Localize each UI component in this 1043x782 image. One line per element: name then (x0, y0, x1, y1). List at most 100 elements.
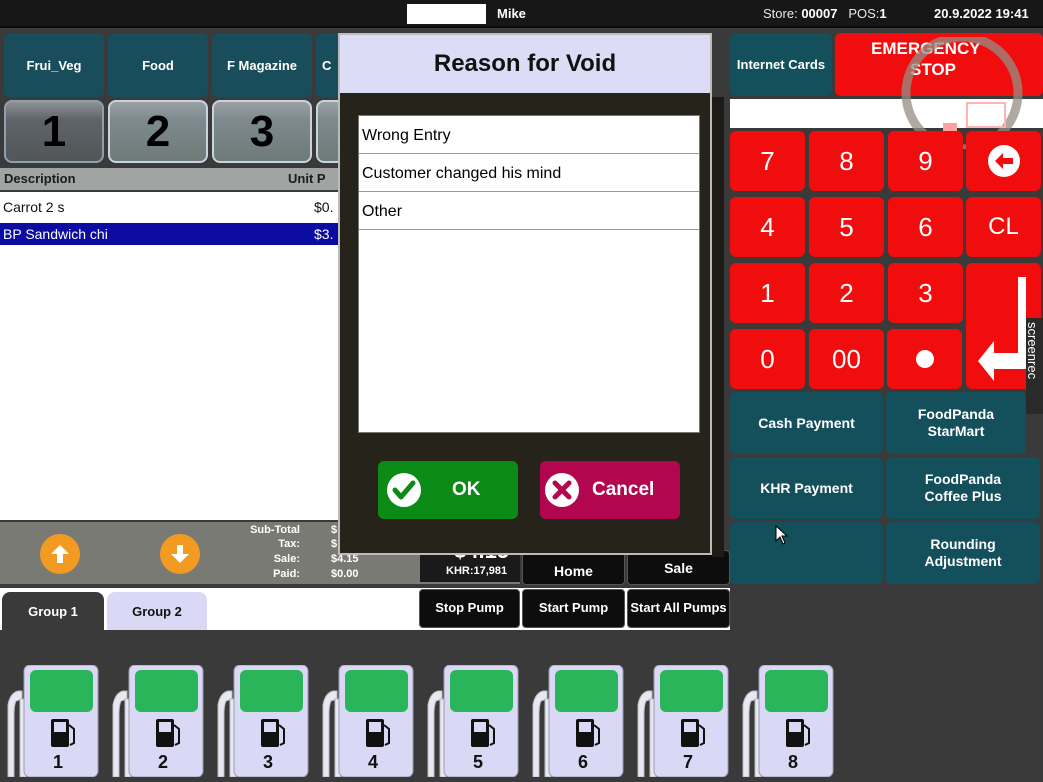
category-button-fruit-veg[interactable]: Frui_Veg (4, 33, 104, 97)
fuel-pump-icon (742, 664, 834, 778)
cursor-icon (775, 524, 789, 545)
cancel-button[interactable]: Cancel (540, 461, 680, 519)
user-field (407, 4, 486, 24)
dialog-title: Reason for Void (340, 35, 710, 93)
datetime: 20.9.2022 19:41 (934, 6, 1029, 21)
pump-number: 6 (578, 752, 589, 772)
reason-item-customer-changed[interactable]: Customer changed his mind (359, 154, 699, 192)
scroll-down-button[interactable] (160, 534, 200, 574)
ok-label: OK (452, 479, 481, 500)
fuel-pump-icon (637, 664, 729, 778)
cancel-label: Cancel (592, 479, 655, 500)
key-1[interactable]: 1 (730, 263, 805, 323)
tax-value: $ (331, 538, 338, 550)
scroll-up-button[interactable] (40, 534, 80, 574)
pump-dispenser[interactable]: 1 (4, 664, 99, 778)
khr-payment-button[interactable]: KHR Payment (730, 457, 883, 519)
key-00[interactable]: 00 (809, 329, 884, 389)
rounding-adjustment-button[interactable]: Rounding Adjustment (886, 522, 1040, 584)
pump-number: 7 (683, 752, 694, 772)
tab-button-3[interactable]: 3 (212, 100, 312, 163)
list-header: Description Unit P (0, 168, 338, 190)
pos-label: POS: (848, 6, 880, 21)
category-button-magazine[interactable]: F Magazine (212, 33, 312, 97)
foodpanda-coffee-button[interactable]: FoodPanda Coffee Plus (886, 457, 1040, 519)
x-circle-icon (545, 473, 579, 507)
check-circle-icon (387, 473, 421, 507)
paid-label: Paid: (273, 568, 300, 580)
blank-function-button[interactable] (730, 522, 883, 584)
tab-group-1[interactable]: Group 1 (2, 592, 104, 630)
subtotal-label: Sub-Total (250, 524, 300, 536)
tab-group-2[interactable]: Group 2 (107, 592, 207, 630)
pump-number: 1 (53, 752, 64, 772)
unit-price-header: Unit P (288, 171, 326, 186)
key-7[interactable]: 7 (730, 131, 805, 191)
paid-value: $0.00 (331, 568, 359, 580)
arrow-down-icon (171, 545, 189, 563)
pump-dispenser[interactable]: 8 (739, 664, 834, 778)
pump-dispenser[interactable]: 5 (424, 664, 519, 778)
store-pos-info: Store: 00007 POS:1 (763, 6, 887, 21)
ok-button[interactable]: OK (378, 461, 518, 519)
fuel-pump-icon (427, 664, 519, 778)
pump-dispenser[interactable]: 7 (634, 664, 729, 778)
pump-dispenser[interactable]: 6 (529, 664, 624, 778)
category-button-food[interactable]: Food (108, 33, 208, 97)
reason-item-other[interactable]: Other (359, 192, 699, 230)
sale-label: Sale: (273, 553, 300, 565)
item-price: $0. (314, 199, 334, 215)
dot-icon (915, 350, 934, 368)
khr-total: KHR:17,981 (446, 565, 508, 577)
cash-payment-button[interactable]: Cash Payment (730, 392, 883, 454)
key-9[interactable]: 9 (888, 131, 963, 191)
home-button[interactable]: Home (522, 550, 625, 585)
pump-dispenser[interactable]: 4 (319, 664, 414, 778)
item-list[interactable]: Carrot 2 s $0. BP Sandwich chi $3. (0, 192, 338, 520)
pump-number: 3 (263, 752, 274, 772)
watermark-text: screenrec (1025, 322, 1040, 380)
pump-number: 8 (788, 752, 799, 772)
key-6[interactable]: 6 (888, 197, 963, 257)
key-3[interactable]: 3 (888, 263, 963, 323)
fuel-pump-icon (532, 664, 624, 778)
store-number: 00007 (801, 6, 838, 21)
mouse-cursor (775, 524, 789, 550)
pump-dispenser[interactable]: 3 (214, 664, 309, 778)
fuel-pump-icon (7, 664, 99, 778)
screenrec-watermark: screenrec (1025, 318, 1043, 414)
decimal-key[interactable] (887, 329, 962, 389)
key-8[interactable]: 8 (809, 131, 884, 191)
dialog-scroll-strip (712, 97, 724, 557)
key-4[interactable]: 4 (730, 197, 805, 257)
arrow-up-icon (51, 545, 69, 563)
fuel-pump-icon (322, 664, 414, 778)
tab-button-2[interactable]: 2 (108, 100, 208, 163)
description-header: Description (4, 171, 76, 186)
tax-label: Tax: (278, 538, 300, 550)
reason-list[interactable]: Wrong Entry Customer changed his mind Ot… (358, 115, 700, 433)
key-2[interactable]: 2 (809, 263, 884, 323)
pump-number: 4 (368, 752, 379, 772)
pump-dispenser[interactable]: 2 (109, 664, 204, 778)
foodpanda-starmart-button[interactable]: FoodPanda StarMart (886, 392, 1026, 454)
start-pump-button[interactable]: Start Pump (522, 589, 625, 628)
pos-number: 1 (879, 6, 887, 21)
key-5[interactable]: 5 (809, 197, 884, 257)
internet-cards-button[interactable]: Internet Cards (730, 33, 832, 96)
tab-button-1[interactable]: 1 (4, 100, 104, 163)
backspace-key[interactable] (966, 131, 1041, 191)
stop-pump-button[interactable]: Stop Pump (419, 589, 520, 628)
start-all-pumps-button[interactable]: Start All Pumps (627, 589, 730, 628)
key-0[interactable]: 0 (730, 329, 805, 389)
fuel-pump-icon (217, 664, 309, 778)
pump-number: 2 (158, 752, 169, 772)
pump-number: 5 (473, 752, 484, 772)
subtotal-value: $ (331, 524, 338, 536)
reason-item-wrong-entry[interactable]: Wrong Entry (359, 116, 699, 154)
clear-key[interactable]: CL (966, 197, 1041, 257)
fuel-pump-icon (112, 664, 204, 778)
list-row-selected[interactable]: BP Sandwich chi $3. (0, 223, 338, 245)
list-row[interactable]: Carrot 2 s $0. (0, 196, 338, 218)
backspace-arrow-icon (987, 145, 1020, 177)
